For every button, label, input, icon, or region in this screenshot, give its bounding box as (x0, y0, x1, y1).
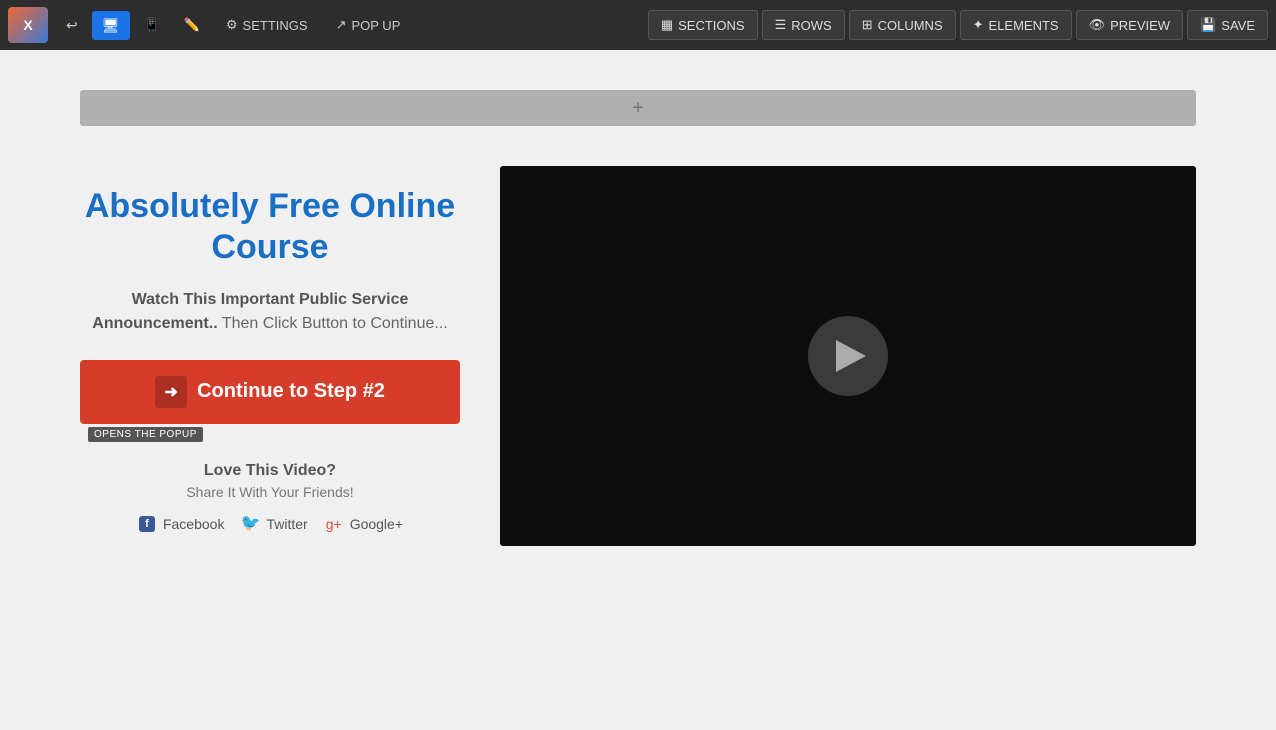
cta-button-wrap: ➜ Continue to Step #2 OPENS THE POPUP (80, 360, 460, 424)
popup-label: POP UP (351, 18, 400, 33)
elements-icon (973, 17, 984, 33)
rows-label: ROWS (791, 18, 831, 33)
subheadline: Watch This Important Public Service Anno… (80, 288, 460, 336)
opens-popup-badge: OPENS THE POPUP (88, 427, 203, 442)
twitter-icon: 🐦 (240, 514, 260, 534)
video-player[interactable] (500, 166, 1196, 546)
main-content: + Absolutely Free Online Course Watch Th… (0, 50, 1276, 730)
facebook-icon: f (137, 514, 157, 534)
desktop-icon (102, 17, 120, 34)
googleplus-share-button[interactable]: g+ Google+ (324, 514, 403, 534)
desktop-view-button[interactable] (92, 11, 130, 40)
columns-icon (862, 17, 873, 33)
cta-button[interactable]: ➜ Continue to Step #2 (80, 360, 460, 424)
add-section-plus: + (632, 97, 644, 120)
save-label: SAVE (1221, 18, 1255, 33)
twitter-share-button[interactable]: 🐦 Twitter (240, 514, 307, 534)
share-title: Love This Video? (137, 462, 403, 480)
subheadline-normal: Then Click Button to Continue... (218, 315, 448, 332)
cta-label: Continue to Step #2 (197, 380, 385, 403)
sections-icon (661, 17, 673, 33)
content-section: Absolutely Free Online Course Watch This… (80, 166, 1196, 546)
preview-label: PREVIEW (1110, 18, 1170, 33)
left-column: Absolutely Free Online Course Watch This… (80, 166, 460, 534)
save-button[interactable]: SAVE (1187, 10, 1268, 40)
facebook-share-button[interactable]: f Facebook (137, 514, 224, 534)
twitter-label: Twitter (266, 516, 307, 532)
add-section-bar[interactable]: + (80, 90, 1196, 126)
share-section: Love This Video? Share It With Your Frie… (137, 462, 403, 534)
rows-icon (775, 17, 787, 33)
facebook-label: Facebook (163, 516, 224, 532)
right-column (500, 166, 1196, 546)
googleplus-icon: g+ (324, 514, 344, 534)
settings-button[interactable]: SETTINGS (214, 11, 320, 39)
cta-arrow-icon: ➜ (155, 376, 187, 408)
back-button[interactable] (56, 11, 88, 40)
main-headline: Absolutely Free Online Course (80, 186, 460, 268)
preview-button[interactable]: PREVIEW (1076, 10, 1183, 40)
preview-icon (1089, 17, 1106, 33)
sections-label: SECTIONS (678, 18, 744, 33)
play-button[interactable] (808, 316, 888, 396)
app-logo[interactable]: X (8, 7, 48, 43)
mobile-view-button[interactable] (134, 11, 170, 39)
columns-button[interactable]: COLUMNS (849, 10, 956, 40)
share-subtitle: Share It With Your Friends! (137, 484, 403, 500)
toolbar: X SETTINGS POP UP SECTIONS ROWS COLUMNS (0, 0, 1276, 50)
logo-text: X (23, 17, 32, 33)
popup-button[interactable]: POP UP (324, 11, 413, 39)
popup-icon (336, 17, 347, 33)
sections-button[interactable]: SECTIONS (648, 10, 758, 40)
save-icon (1200, 17, 1216, 33)
brush-icon (184, 17, 200, 33)
back-icon (66, 17, 78, 34)
columns-label: COLUMNS (878, 18, 943, 33)
share-buttons: f Facebook 🐦 Twitter g+ Google+ (137, 514, 403, 534)
elements-button[interactable]: ELEMENTS (960, 10, 1072, 40)
rows-button[interactable]: ROWS (762, 10, 845, 40)
settings-icon (226, 17, 238, 33)
settings-label: SETTINGS (243, 18, 308, 33)
googleplus-label: Google+ (350, 516, 403, 532)
brush-button[interactable] (174, 11, 210, 39)
mobile-icon (144, 17, 160, 33)
elements-label: ELEMENTS (989, 18, 1059, 33)
toolbar-right: SECTIONS ROWS COLUMNS ELEMENTS PREVIEW S… (648, 10, 1268, 40)
